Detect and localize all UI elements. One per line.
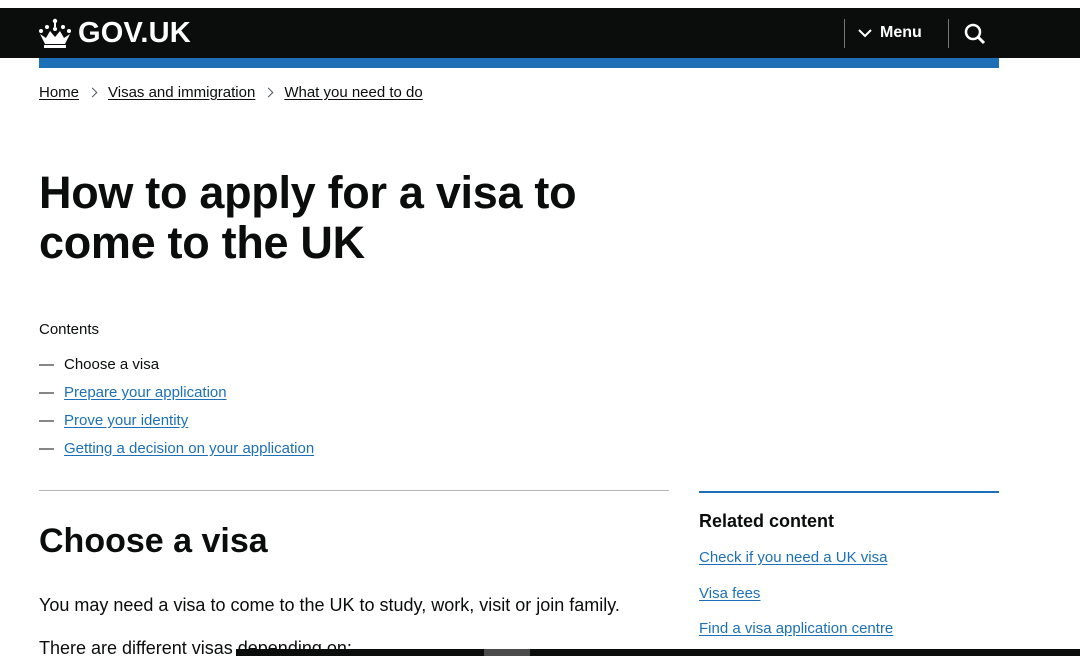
contents-item: — Prepare your application <box>39 378 314 406</box>
govuk-logo-link[interactable]: GOV.UK <box>38 14 191 52</box>
breadcrumb-what-you-need-to-do[interactable]: What you need to do <box>284 84 422 101</box>
contents-link-prepare-your-application[interactable]: Prepare your application <box>64 384 227 401</box>
related-link-find-visa-application-centre[interactable]: Find a visa application centre <box>699 620 893 637</box>
search-icon <box>964 23 986 44</box>
dash-icon: — <box>39 383 54 401</box>
header-divider <box>844 19 845 48</box>
related-content-heading: Related content <box>699 511 835 531</box>
dash-icon: — <box>39 411 54 429</box>
section-heading: Choose a visa <box>39 522 268 560</box>
body-paragraph: You may need a visa to come to the UK to… <box>39 595 620 615</box>
menu-button[interactable]: Menu <box>858 18 922 48</box>
contents-list: — Choose a visa — Prepare your applicati… <box>39 350 314 462</box>
dash-icon: — <box>39 439 54 457</box>
related-content-panel <box>699 491 999 493</box>
section-divider <box>39 490 669 491</box>
logo-text: GOV.UK <box>78 16 191 49</box>
scrollbar-thumb[interactable] <box>484 649 530 656</box>
crown-icon <box>39 18 71 48</box>
chevron-down-icon <box>858 29 872 38</box>
contents-item: — Getting a decision on your application <box>39 434 314 462</box>
breadcrumb-visas-and-immigration[interactable]: Visas and immigration <box>108 84 255 101</box>
header-accent-bar <box>39 58 999 68</box>
breadcrumb: Home Visas and immigration What you need… <box>39 84 423 101</box>
horizontal-scrollbar[interactable] <box>236 649 1080 656</box>
dash-icon: — <box>39 355 54 373</box>
contents-link-prove-your-identity[interactable]: Prove your identity <box>64 412 188 429</box>
chevron-right-icon <box>87 87 98 98</box>
contents-item: — Choose a visa <box>39 350 314 378</box>
related-link-visa-fees[interactable]: Visa fees <box>699 585 760 602</box>
search-button[interactable] <box>958 19 992 48</box>
contents-link-getting-a-decision[interactable]: Getting a decision on your application <box>64 440 314 457</box>
contents-item: — Prove your identity <box>39 406 314 434</box>
site-header: GOV.UK Menu <box>0 8 1080 58</box>
related-link-check-if-you-need-a-visa[interactable]: Check if you need a UK visa <box>699 549 887 566</box>
header-divider <box>948 19 949 48</box>
chevron-right-icon <box>263 87 274 98</box>
menu-label: Menu <box>880 24 922 41</box>
contents-heading: Contents <box>39 321 100 338</box>
contents-item-current: Choose a visa <box>64 355 160 373</box>
breadcrumb-home[interactable]: Home <box>39 84 79 101</box>
page-title: How to apply for a visa to come to the U… <box>39 167 577 268</box>
top-strip <box>0 0 1080 8</box>
